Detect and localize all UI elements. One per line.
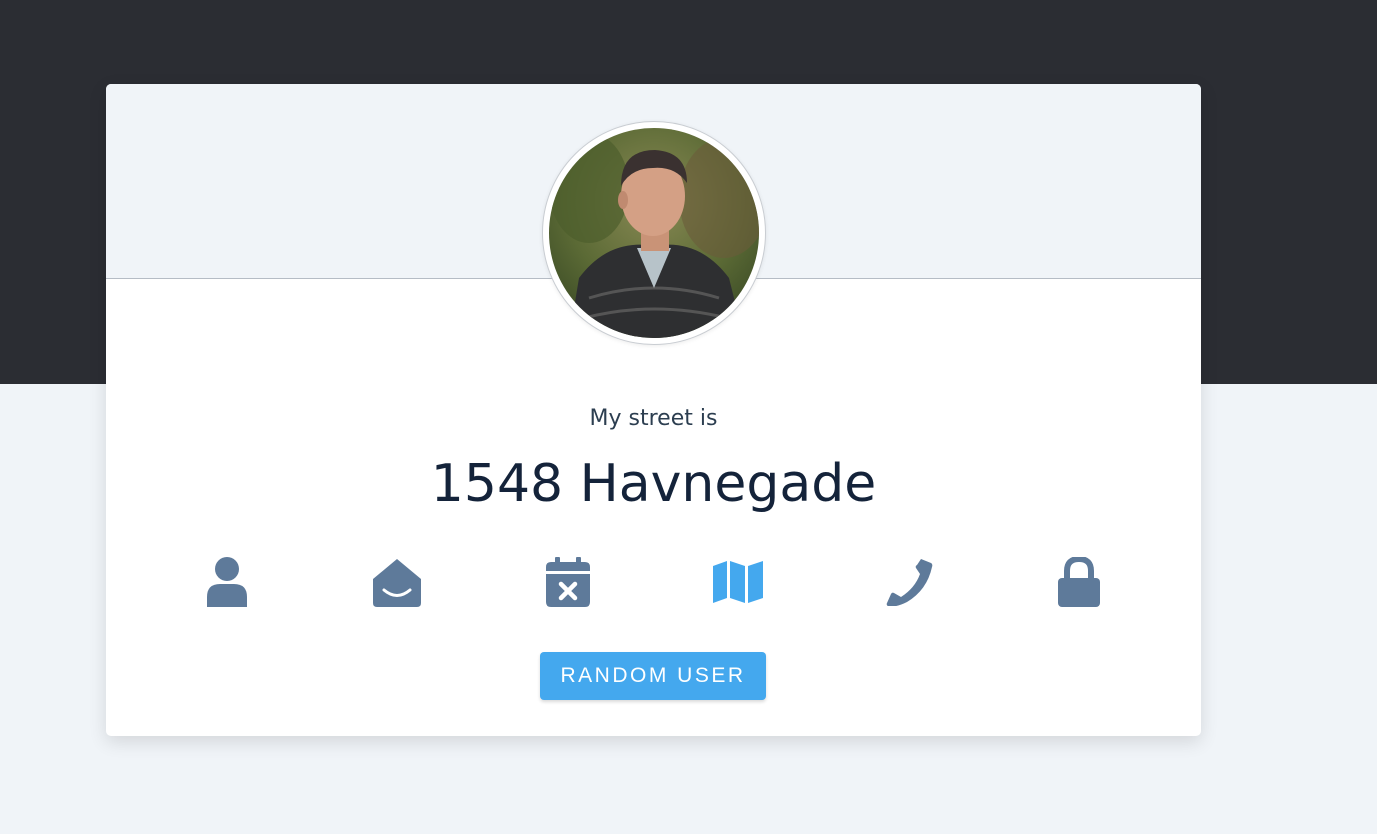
map-icon xyxy=(713,561,763,603)
envelope-open-icon xyxy=(373,559,421,607)
icon-row xyxy=(106,554,1201,610)
field-label: My street is xyxy=(589,406,718,431)
phone-icon-button[interactable] xyxy=(879,554,939,610)
field-value: 1548 Havnegade xyxy=(430,454,877,514)
calendar-times-icon xyxy=(546,557,590,607)
person-icon xyxy=(207,557,247,607)
birthday-icon-button[interactable] xyxy=(538,554,598,610)
user-card: My street is 1548 Havnegade RANDOM USER xyxy=(106,84,1201,736)
lock-icon xyxy=(1058,557,1100,607)
email-icon-button[interactable] xyxy=(367,554,427,610)
avatar-photo xyxy=(549,128,759,338)
avatar xyxy=(542,121,766,345)
address-icon-button[interactable] xyxy=(708,554,768,610)
password-icon-button[interactable] xyxy=(1049,554,1109,610)
random-user-button[interactable]: RANDOM USER xyxy=(540,652,766,700)
user-icon-button[interactable] xyxy=(197,554,257,610)
phone-icon xyxy=(886,559,933,606)
